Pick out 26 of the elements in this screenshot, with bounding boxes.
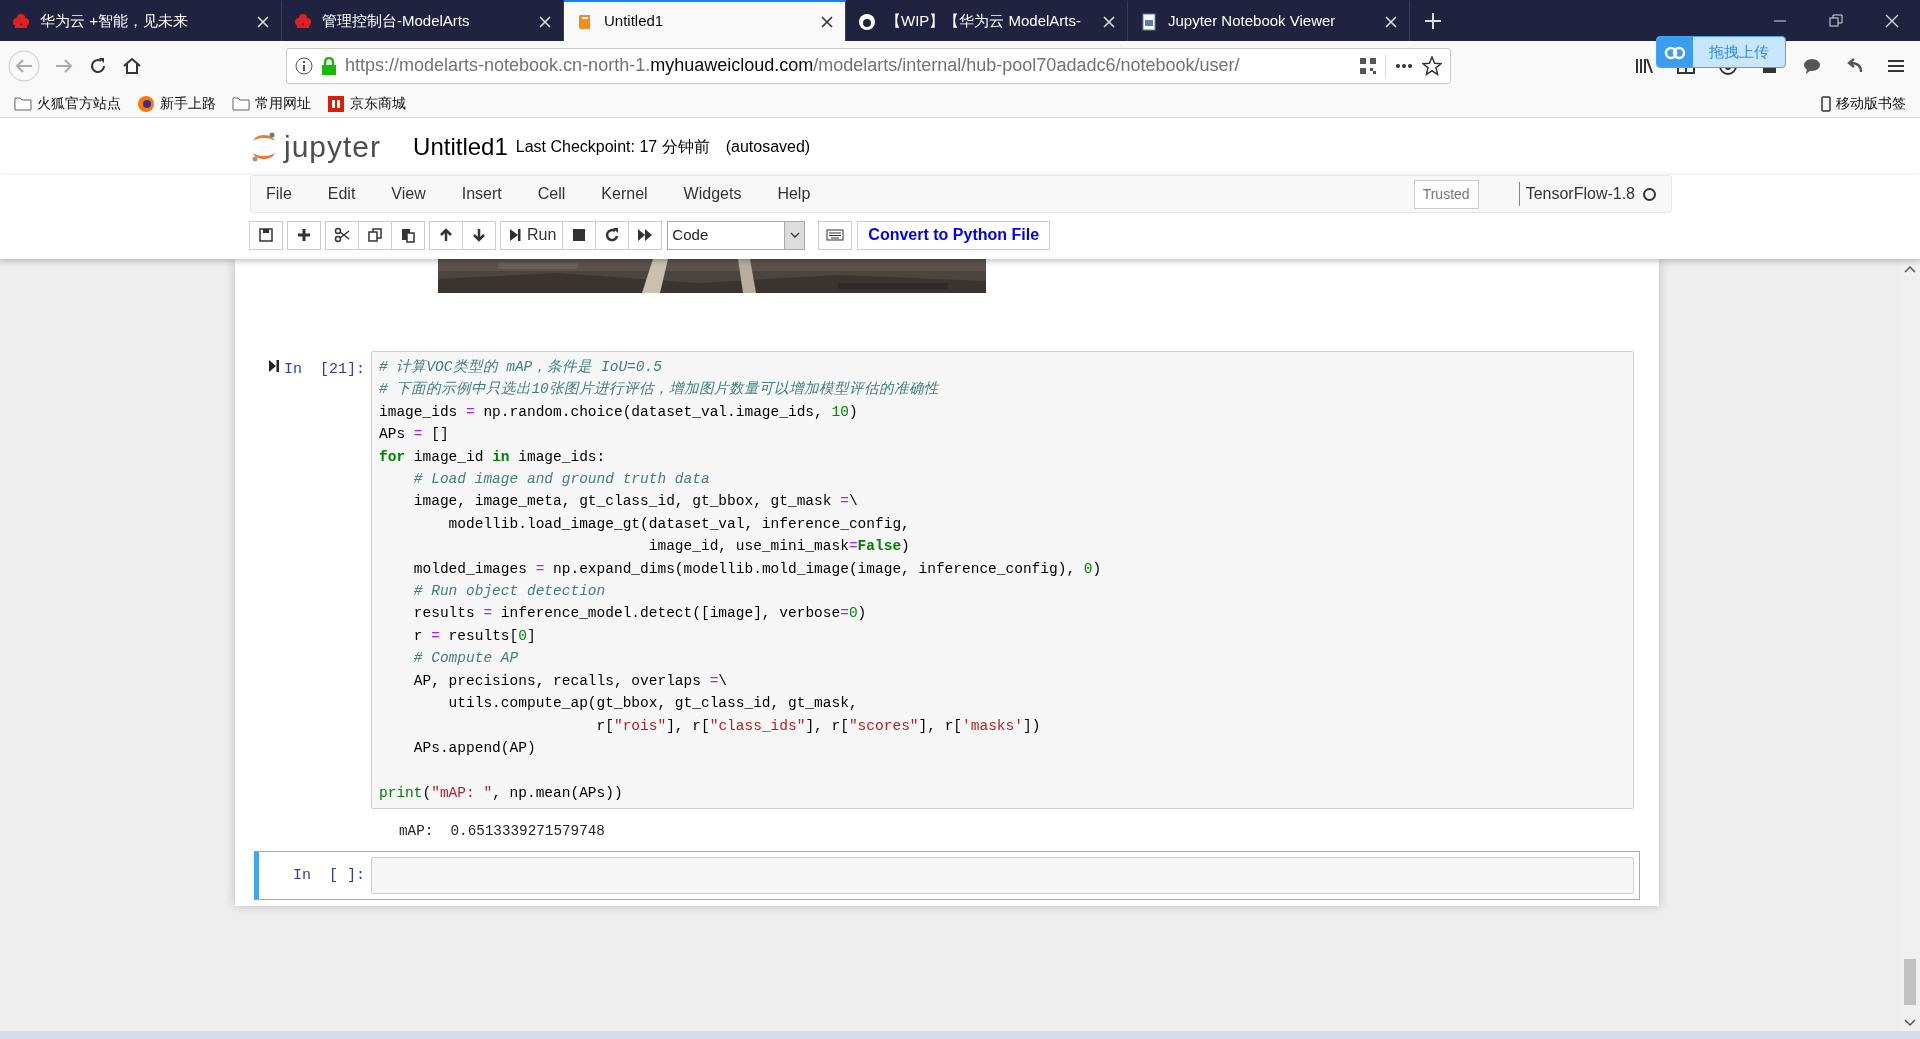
- autosave-status: (autosaved): [725, 136, 811, 157]
- logo-text: jupyter: [284, 129, 382, 165]
- code-line: image_ids = np.random.choice(dataset_val.image_ids, 10): [379, 402, 859, 422]
- code-line: # 计算VOC类型的 mAP，条件是 IoU=0.5: [379, 358, 663, 377]
- code-line: results = inference_model.detect([image], verbose=0): [412, 604, 868, 624]
- code-line: utils.compute_ap(gt_bbox, gt_class_id, gt_mask,: [447, 694, 859, 714]
- cell-output: mAP: 0.6513339271579748: [398, 822, 606, 842]
- code-line: # 下面的示例中只选出10张图片进行评估，增加图片数量可以增加模型评估的准确性: [379, 380, 941, 400]
- code-line: APs = []: [379, 425, 450, 445]
- code-line: r["rois"], r["class_ids"], r["scores"], r['masks']): [595, 716, 1042, 736]
- code-line: image, image_meta, gt_class_id, gt_bbox, gt_mask =\: [412, 492, 859, 512]
- code-line: for image_id in image_ids:: [379, 447, 607, 467]
- code-line: AP, precisions, recalls, overlaps =\: [412, 671, 729, 691]
- code-line: print("mAP: ", np.mean(APs)): [379, 783, 624, 803]
- code-line: molded_images = np.expand_dims(modellib.mold_image(image, inference_config), 0): [412, 559, 1103, 579]
- code-line: r = results[0]: [412, 626, 537, 646]
- code-line: image_id, use_mini_mask=False): [647, 537, 911, 557]
- url-text: https://modelarts-notebook.cn-north-1.myhuaweicloud.com/modelarts/internal/hub-pool70adadc6/notebook/user/: [345, 54, 1241, 77]
- code-line: # Load image and ground truth data: [412, 470, 711, 490]
- code-line: # Compute AP: [412, 649, 520, 669]
- code-line: # Run object detection: [412, 582, 607, 602]
- cell-prompt: In [21]:: [284, 360, 365, 380]
- checkpoint-text: Last Checkpoint: 17 分钟前: [515, 136, 710, 157]
- code-line: modellib.load_image_gt(dataset_val, inference_config,: [447, 514, 911, 534]
- code-line: APs.append(AP): [412, 738, 537, 758]
- cell-prompt: In [ ]:: [293, 865, 365, 886]
